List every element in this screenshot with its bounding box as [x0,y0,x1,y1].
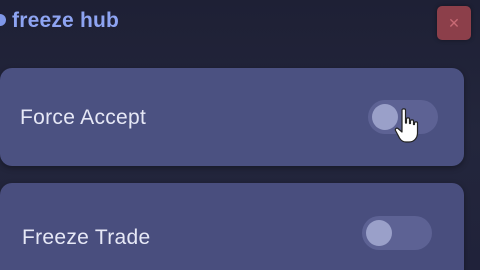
option-label: Force Accept [20,106,147,129]
toggle-knob [366,220,392,246]
option-label: Freeze Trade [22,226,151,249]
freeze-trade-toggle[interactable] [362,216,432,250]
hub-logo-icon [0,14,6,26]
hand-pointer-icon [394,108,419,143]
title-bar: freeze hub ✕ [0,0,480,48]
option-freeze-trade: Freeze Trade [0,183,464,270]
close-icon: ✕ [448,15,460,31]
close-button[interactable]: ✕ [437,6,471,40]
freeze-hub-window: freeze hub ✕ Force Accept Freeze Trade [0,0,480,270]
window-title: freeze hub [12,9,120,32]
